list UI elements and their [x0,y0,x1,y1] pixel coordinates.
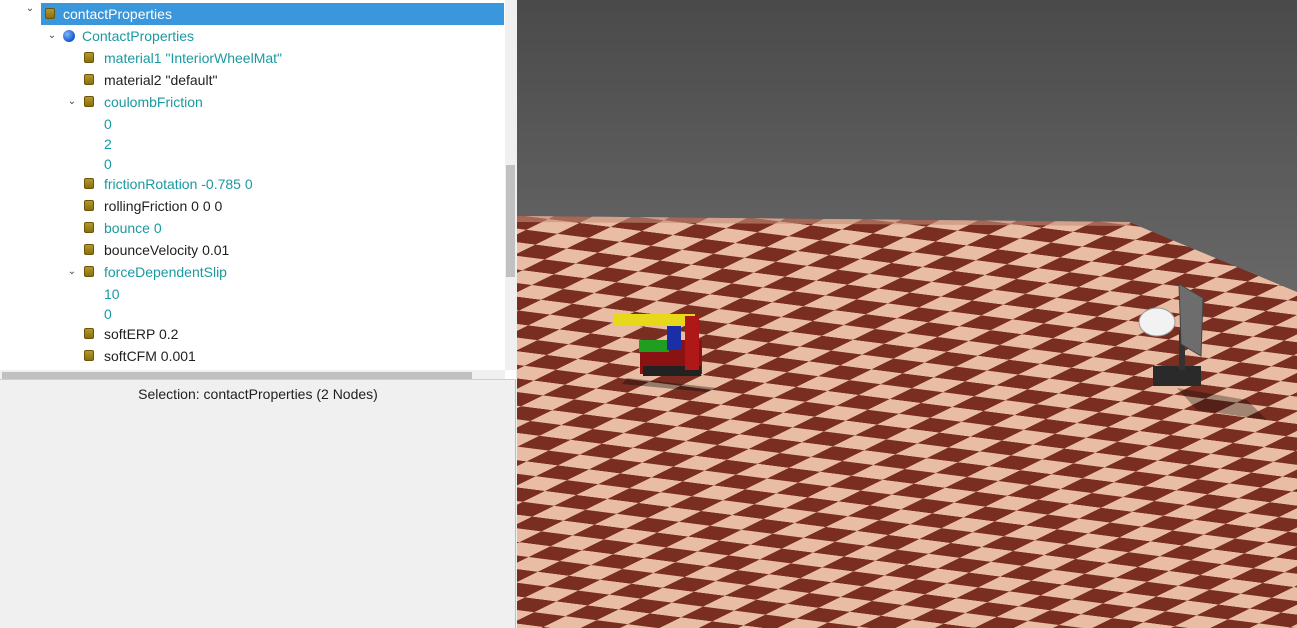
scrollbar-thumb[interactable] [506,165,515,277]
tree-horizontal-scrollbar[interactable] [0,370,505,379]
tree-field-bouncevelocity[interactable]: bounceVelocity 0.01 [84,239,504,261]
tree-field-frictionrotation[interactable]: frictionRotation -0.785 0 [84,173,504,195]
scrollbar-thumb[interactable] [2,372,472,379]
field-icon [84,244,94,255]
tree-node-label: ContactProperties [82,28,195,44]
field-icon [84,328,94,339]
tree-item-value: 0 [104,156,112,172]
tree-field-label: bounceVelocity 0.01 [104,242,230,258]
robot-dome [1138,307,1176,337]
selection-status: Selection: contactProperties (2 Nodes) [138,386,378,402]
robot-yellow-arm [613,314,695,326]
3d-scene[interactable] [517,0,1297,628]
tree-field-label: softCFM 0.001 [104,348,196,364]
tree-field-bounce[interactable]: bounce 0 [84,217,504,239]
tree-field-label: material2 "default" [104,72,218,88]
tree-item-value: 0 [104,116,112,132]
field-icon [84,350,94,361]
field-icon [84,200,94,211]
robot-chassis [1153,366,1201,386]
robot-red-column [685,316,699,370]
tree-field-label: coulombFriction [104,94,203,110]
tree-item-coulombfriction-0[interactable]: 0 [104,113,504,135]
tree-item-value: 0 [104,306,112,322]
field-icon [84,74,94,85]
node-ball-icon [63,30,75,42]
field-icon [84,178,94,189]
tree-field-material1[interactable]: material1 "InteriorWheelMat" [84,47,504,69]
scene-tree[interactable]: contactProperties ⌄ ⌄ ContactProperties … [0,0,516,380]
tree-field-softerp[interactable]: softERP 0.2 [84,323,504,345]
field-icon [84,266,94,277]
tree-item-coulombfriction-2[interactable]: 0 [104,153,504,175]
scene-tree-panel: contactProperties ⌄ ⌄ ContactProperties … [0,0,516,628]
tree-field-label: bounce 0 [104,220,162,236]
tree-field-label: rollingFriction 0 0 0 [104,198,223,214]
tree-item-value: 10 [104,286,120,302]
tree-field-label: forceDependentSlip [104,264,227,280]
tree-field-rollingfriction[interactable]: rollingFriction 0 0 0 [84,195,504,217]
field-icon [84,222,94,233]
checkered-floor[interactable] [517,216,1297,628]
tree-node-contactproperties[interactable]: contactProperties [41,3,504,25]
tree-item-coulombfriction-1[interactable]: 2 [104,133,504,155]
tree-item-forcedependentslip-1[interactable]: 0 [104,303,504,325]
field-icon [84,52,94,63]
tree-field-label: softERP 0.2 [104,326,179,342]
chevron-down-icon[interactable]: ⌄ [24,3,36,25]
tree-node-contactproperties-node[interactable]: ⌄ ContactProperties [46,25,496,47]
chevron-down-icon[interactable]: ⌄ [66,261,78,283]
tree-field-label: material1 "InteriorWheelMat" [104,50,283,66]
tree-field-material2[interactable]: material2 "default" [84,69,504,91]
chevron-down-icon[interactable]: ⌄ [66,91,78,113]
tree-field-forcedependentslip[interactable]: ⌄ forceDependentSlip [66,261,504,283]
field-node-icon [45,8,55,19]
tree-item-value: 2 [104,136,112,152]
tree-item-forcedependentslip-0[interactable]: 10 [104,283,504,305]
3d-viewport[interactable] [517,0,1297,628]
field-icon [84,96,94,107]
tree-vertical-scrollbar[interactable] [505,0,516,370]
tree-field-coulombfriction[interactable]: ⌄ coulombFriction [66,91,504,113]
tree-field-label: frictionRotation -0.785 0 [104,176,253,192]
tree-field-softcfm[interactable]: softCFM 0.001 [84,345,504,367]
robot-green-link [639,340,669,352]
chevron-down-icon[interactable]: ⌄ [46,25,58,47]
tree-node-label: contactProperties [63,6,172,22]
